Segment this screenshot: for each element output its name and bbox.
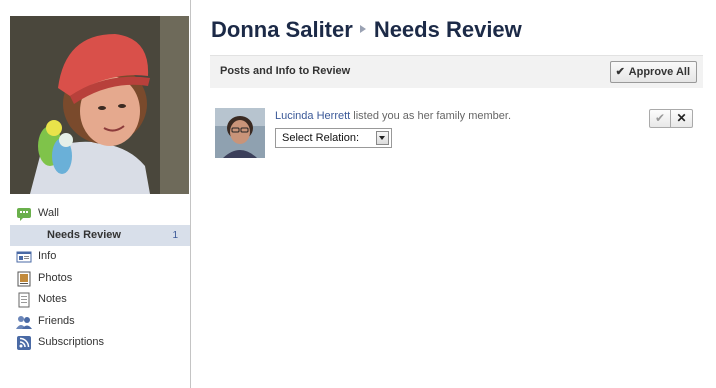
story-message: listed you as her family member. (350, 110, 512, 122)
profile-photo[interactable] (10, 16, 189, 194)
review-story: Lucinda Herrett listed you as her family… (215, 108, 700, 160)
approve-all-button[interactable]: ✔ Approve All (609, 61, 697, 83)
sidebar-item-label: Wall (38, 207, 59, 219)
page-title: Needs Review (373, 17, 522, 42)
relation-select-value: Select Relation: (282, 132, 360, 144)
profile-photo-image (10, 16, 189, 194)
actor-name-link[interactable]: Lucinda Herrett (275, 110, 350, 122)
sidebar-item-photos[interactable]: Photos (10, 268, 190, 290)
friends-icon (16, 315, 32, 329)
sidebar-item-label: Photos (38, 271, 73, 284)
checkmark-icon: ✔ (654, 111, 666, 125)
story-text: Lucinda Herrett listed you as her family… (275, 110, 511, 122)
page-title-breadcrumb: Donna Saliter Needs Review (211, 17, 522, 43)
wall-icon (17, 208, 31, 221)
sidebar-nav: Wall Needs Review 1 Info Photos Notes Fr… (10, 203, 190, 354)
avatar[interactable] (215, 108, 265, 158)
info-icon (16, 251, 32, 263)
sidebar-item-notes[interactable]: Notes (10, 289, 190, 311)
sidebar-item-label: Notes (38, 293, 67, 305)
notes-icon (18, 292, 30, 308)
sidebar-item-label: Friends (38, 314, 75, 327)
needs-review-count: 1 (172, 229, 178, 241)
close-icon: ✕ (676, 111, 687, 125)
sidebar-item-label: Subscriptions (38, 336, 105, 348)
avatar-image (215, 108, 265, 158)
subscriptions-icon (17, 336, 31, 350)
profile-name-link[interactable]: Donna Saliter (211, 17, 353, 42)
sidebar-item-info[interactable]: Info (10, 246, 190, 268)
hide-item-button[interactable]: ✕ (671, 109, 693, 128)
sidebar-item-label: Info (38, 250, 57, 262)
left-sidebar: Wall Needs Review 1 Info Photos Notes Fr… (0, 0, 191, 388)
breadcrumb-arrow-icon (359, 25, 366, 34)
review-header-bar: Posts and Info to Review ✔ Approve All (210, 55, 703, 88)
photos-icon (17, 271, 31, 286)
sidebar-item-friends[interactable]: Friends (10, 311, 190, 333)
sidebar-item-label: Needs Review (47, 228, 121, 241)
review-header-title: Posts and Info to Review (220, 65, 351, 77)
dropdown-arrow-icon (376, 131, 389, 145)
sidebar-item-needs-review[interactable]: Needs Review 1 (10, 224, 190, 246)
sidebar-item-wall[interactable]: Wall (10, 203, 190, 225)
sidebar-item-subscriptions[interactable]: Subscriptions (10, 332, 190, 354)
checkmark-icon: ✔ (615, 66, 625, 78)
relation-select[interactable]: Select Relation: (275, 128, 392, 148)
approve-item-button[interactable]: ✔ (649, 109, 671, 128)
approve-all-label: Approve All (628, 66, 690, 78)
